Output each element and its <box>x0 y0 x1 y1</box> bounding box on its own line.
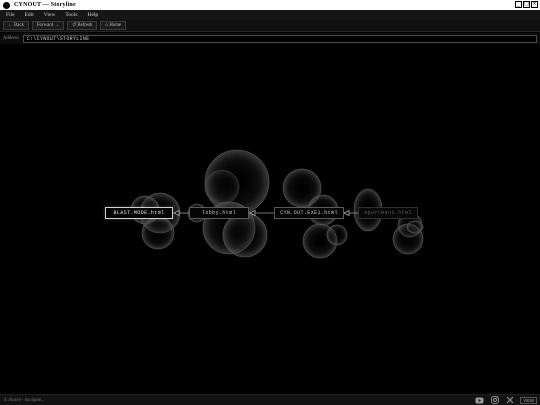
x-icon[interactable] <box>505 396 514 404</box>
toolbar: ← Back Forward → ↺ Refresh ⌂ Home <box>0 20 540 32</box>
address-input[interactable]: C:\CYNOUT\STORYLINE <box>22 34 537 43</box>
bubble-layer <box>130 149 424 259</box>
menu-edit[interactable]: Edit <box>25 12 34 18</box>
maximize-icon[interactable]: □ <box>523 1 530 8</box>
node-lobby[interactable]: lobby.html <box>189 207 249 219</box>
node-blast-mode[interactable]: BLAST.MODE.html <box>105 207 173 219</box>
bubbles <box>130 149 424 259</box>
home-button[interactable]: ⌂ Home <box>100 21 127 30</box>
back-button[interactable]: ← Back <box>3 21 29 30</box>
instagram-icon[interactable] <box>490 396 499 404</box>
youtube-icon[interactable] <box>475 396 484 404</box>
menu-view[interactable]: View <box>44 12 56 18</box>
app-icon <box>3 1 10 9</box>
status-bar: 4 chosen · navigate... VIEW <box>0 394 540 405</box>
menu-tools[interactable]: Tools <box>65 12 77 18</box>
node-apartment[interactable]: apartment.html <box>358 207 418 219</box>
storyline-canvas: BLAST.MODE.html lobby.html CYN.OUT.EXE1.… <box>0 45 540 394</box>
menu-bar: File Edit View Tools Help <box>0 10 540 20</box>
refresh-button[interactable]: ↺ Refresh <box>67 21 98 30</box>
window-title: CYNOUT — Storyline <box>14 2 76 8</box>
view-button[interactable]: VIEW <box>520 396 537 404</box>
arrow-left-icon <box>343 209 350 217</box>
status-text: 4 chosen · navigate... <box>4 397 45 403</box>
close-icon[interactable]: × <box>531 1 538 8</box>
address-label: Address <box>3 36 19 41</box>
title-bar: CYNOUT — Storyline _ □ × <box>0 0 540 10</box>
forward-button[interactable]: Forward → <box>31 21 65 30</box>
menu-file[interactable]: File <box>6 12 15 18</box>
address-bar: Address C:\CYNOUT\STORYLINE <box>0 33 540 44</box>
node-cyn-out-exe1[interactable]: CYN.OUT.EXE1.html <box>274 207 344 219</box>
menu-help[interactable]: Help <box>87 12 98 18</box>
window-controls: _ □ × <box>515 1 538 8</box>
minimize-icon[interactable]: _ <box>515 1 522 8</box>
status-icons: VIEW <box>475 396 537 404</box>
